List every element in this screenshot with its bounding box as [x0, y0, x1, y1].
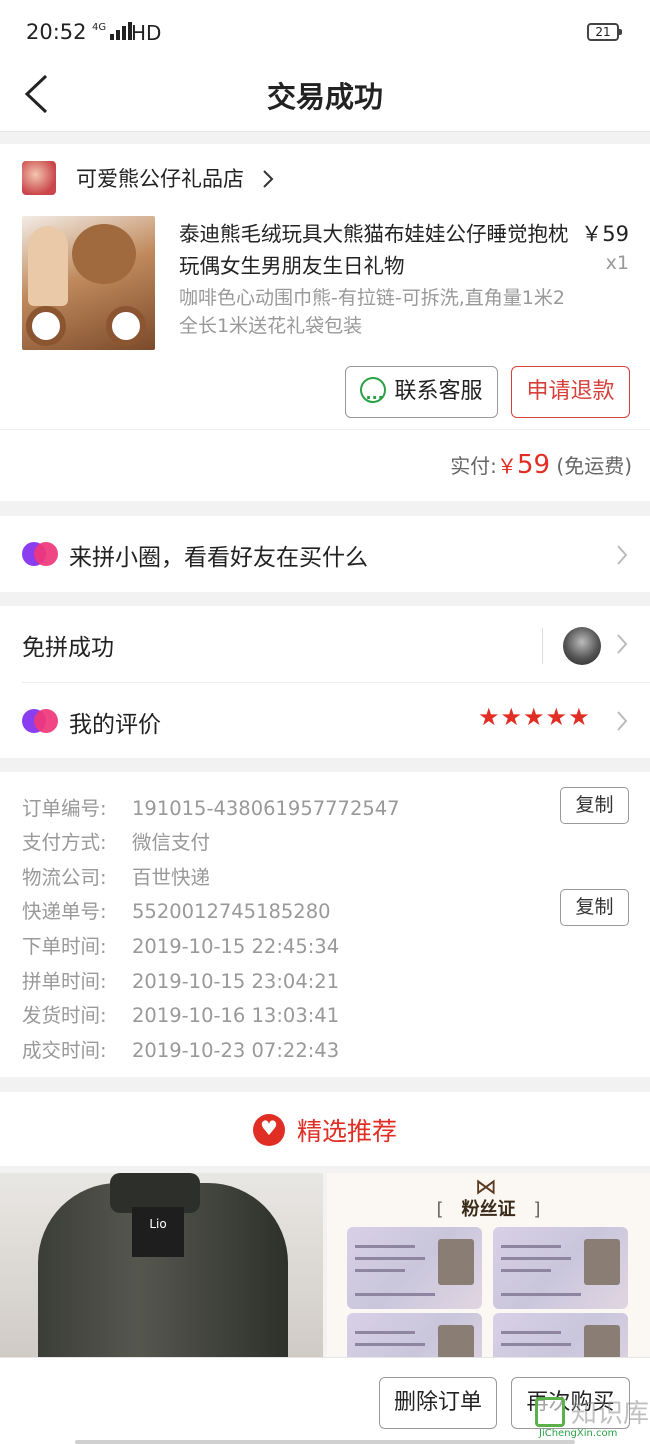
recommend-title: 精选推荐 [296, 1117, 397, 1146]
id-card-image [493, 1313, 628, 1363]
battery-icon: 21 [587, 23, 622, 41]
product-spec: 咖啡色心动围巾熊-有拉链-可拆洗,直角量1米2全长1米送花礼袋包装 [179, 287, 565, 337]
nav-bar: 交易成功 [0, 62, 650, 132]
paid-amount: 59 [516, 450, 551, 480]
shop-logo [22, 161, 56, 195]
info-value: 2019-10-15 22:45:34 [132, 935, 340, 958]
info-label: 下单时间: [22, 935, 107, 958]
delete-order-button[interactable]: 删除订单 [379, 1377, 497, 1429]
recommended-product-fan-card[interactable]: ⋈ [粉丝证] [327, 1173, 650, 1363]
shipping-note: (免运费) [556, 454, 632, 478]
info-label: 快递单号: [22, 900, 107, 923]
info-label: 物流公司: [22, 866, 107, 889]
recommended-product-jacket[interactable]: Lio [0, 1173, 323, 1363]
deal-time-row: 成交时间: 2019-10-23 07:22:43 [22, 1034, 339, 1063]
order-number-row: 订单编号: 191015-438061957772547 [22, 792, 400, 821]
copy-tracking-number-button[interactable]: 复制 [560, 889, 629, 926]
fan-card-heading: 粉丝证 [461, 1199, 516, 1220]
info-label: 订单编号: [22, 797, 107, 820]
info-value: 2019-10-16 13:03:41 [132, 1004, 340, 1027]
watermark-text: 知识库 [571, 1399, 650, 1429]
star-icon: ★ [523, 703, 545, 731]
product-title[interactable]: 泰迪熊毛绒玩具大熊猫布娃娃公仔睡觉抱枕玩偶女生男朋友生日礼物 [179, 218, 574, 282]
page-title: 交易成功 [266, 80, 383, 114]
product-quantity: x1 [605, 252, 629, 274]
recommend-header: 精选推荐 [0, 1092, 650, 1166]
group-review-card: 免拼成功 我的评价 ★★★★★ [0, 606, 650, 758]
chevron-right-icon [617, 711, 628, 731]
chevron-right-icon [617, 545, 628, 565]
copy-order-number-button[interactable]: 复制 [560, 787, 629, 824]
contact-service-button[interactable]: 联系客服 [345, 366, 498, 423]
hd-label: HD [131, 21, 162, 45]
chevron-right-icon [263, 170, 274, 188]
info-label: 成交时间: [22, 1039, 107, 1062]
star-icon: ★ [500, 703, 523, 731]
paid-currency: ￥ [496, 454, 517, 478]
group-status-row[interactable]: 免拼成功 [0, 606, 650, 682]
heart-icon [252, 1114, 285, 1146]
contact-service-label: 联系客服 [394, 379, 483, 404]
info-value: 5520012745185280 [132, 900, 331, 923]
order-info-card: 订单编号: 191015-438061957772547 支付方式: 微信支付 物流… [0, 772, 650, 1077]
close-bracket: ] [533, 1199, 541, 1220]
group-time-row: 拼单时间: 2019-10-15 23:04:21 [22, 965, 339, 994]
watermark: 知识库 JiChengXin.com [533, 1393, 650, 1444]
product-thumbnail[interactable] [22, 216, 155, 350]
divider [542, 628, 543, 664]
request-refund-button[interactable]: 申请退款 [511, 366, 630, 418]
star-icon: ★ [545, 703, 568, 731]
ship-time-row: 发货时间: 2019-10-16 13:03:41 [22, 999, 339, 1028]
circle-row[interactable]: 来拼小圈，看看好友在买什么 [0, 516, 650, 592]
open-bracket: [ [436, 1199, 444, 1220]
info-value: 191015-438061957772547 [132, 797, 400, 820]
info-label: 拼单时间: [22, 970, 107, 993]
circle-logo-icon [22, 542, 58, 566]
star-icon: ★ [568, 703, 590, 731]
star-icon: ★ [478, 703, 500, 731]
id-card-image [493, 1227, 628, 1309]
avatar [563, 627, 601, 665]
id-card-image [347, 1227, 482, 1309]
status-time: 20:52 [26, 20, 87, 44]
order-product-card: 可爱熊公仔礼品店 泰迪熊毛绒玩具大熊猫布娃娃公仔睡觉抱枕玩偶女生男朋友生日礼物 … [0, 144, 650, 501]
my-review-label: 我的评价 [69, 712, 161, 738]
group-status-label: 免拼成功 [22, 635, 114, 661]
network-label: 4G [92, 22, 107, 33]
my-review-row[interactable]: 我的评价 ★★★★★ [0, 683, 650, 758]
payment-method-row: 支付方式: 微信支付 [22, 826, 210, 855]
review-rating: ★★★★★ [478, 703, 591, 731]
watermark-url: JiChengXin.com [539, 1428, 618, 1439]
product-price: ￥59 [581, 222, 629, 246]
shop-name: 可爱熊公仔礼品店 [76, 167, 244, 191]
home-indicator [75, 1440, 575, 1444]
chevron-right-icon [617, 634, 628, 654]
order-time-row: 下单时间: 2019-10-15 22:45:34 [22, 930, 339, 959]
info-value: 微信支付 [132, 831, 211, 854]
tracking-number-row: 快递单号: 5520012745185280 [22, 895, 331, 924]
circle-label: 来拼小圈，看看好友在买什么 [69, 545, 368, 571]
chat-bubble-icon [360, 373, 387, 423]
signal-icon: 4G [92, 22, 134, 40]
info-label: 发货时间: [22, 1004, 107, 1027]
info-value: 百世快递 [132, 866, 211, 889]
shirt-print-text: Lio [132, 1207, 184, 1257]
status-bar: 20:52 4G HD 21 [0, 0, 650, 62]
id-card-image [347, 1313, 482, 1363]
info-value: 2019-10-23 07:22:43 [132, 1039, 340, 1062]
paid-label: 实付: [450, 454, 497, 478]
payment-summary: 实付:￥59 (免运费) [0, 429, 650, 501]
logistics-company-row: 物流公司: 百世快递 [22, 861, 210, 890]
review-logo-icon [22, 709, 58, 733]
info-value: 2019-10-15 23:04:21 [132, 970, 340, 993]
info-label: 支付方式: [22, 831, 107, 854]
watermark-logo-icon [535, 1397, 565, 1427]
